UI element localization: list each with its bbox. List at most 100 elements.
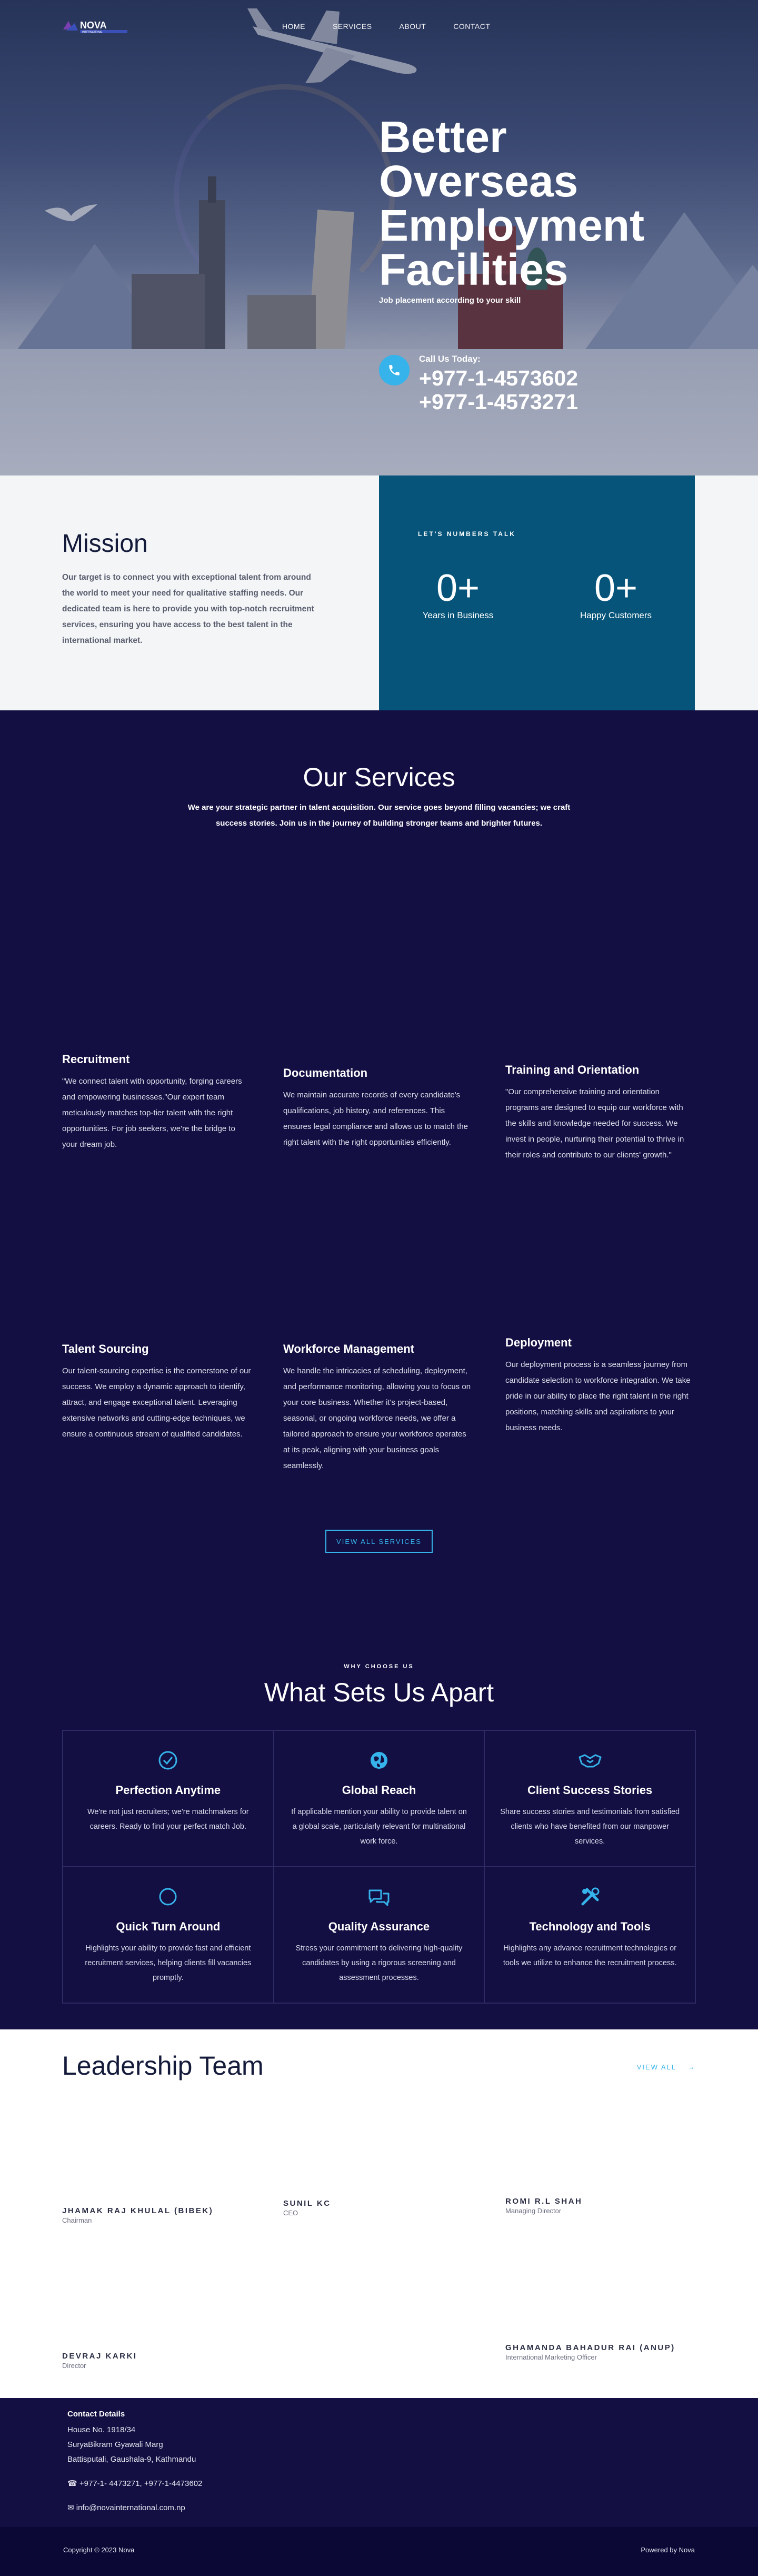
nav-about[interactable]: ABOUT <box>400 22 426 31</box>
call-label: Call Us Today: <box>419 354 481 364</box>
hero-section: NOVA INTERNATIONAL HOME SERVICES ABOUT C… <box>0 0 758 475</box>
nav-services[interactable]: SERVICES <box>333 22 372 31</box>
leadership-title: Leadership Team <box>62 2051 264 2080</box>
leadership-section: Leadership Team VIEW ALL → JHAMAK RAJ KH… <box>0 2029 758 2398</box>
contact-section: Contact Details House No. 1918/34 SuryaB… <box>0 2398 758 2527</box>
leader-card[interactable]: DEVRAJ KARKI Director <box>62 2352 252 2370</box>
service-card: Workforce Management We handle the intri… <box>283 1342 473 1474</box>
service-card: Documentation We maintain accurate recor… <box>283 1066 473 1151</box>
phone-number[interactable]: +977-1-4573271 <box>419 390 578 414</box>
feature-text: If applicable mention your ability to pr… <box>291 1808 467 1846</box>
feature-title: Client Success Stories <box>527 1784 653 1797</box>
leader-role: CEO <box>283 2209 298 2217</box>
feature-text: Highlights your ability to provide fast … <box>85 1944 252 1982</box>
feature-card: Global Reach If applicable mention your … <box>273 1730 485 1867</box>
service-card: Talent Sourcing Our talent-sourcing expe… <box>62 1342 252 1442</box>
leader-name: GHAMANDA BAHADUR RAI (ANUP) <box>505 2343 675 2352</box>
leader-card[interactable]: SUNIL KC CEO <box>283 2199 473 2217</box>
service-title: Recruitment <box>62 1053 130 1066</box>
stat-label: Years in Business <box>422 610 494 620</box>
chat-icon <box>366 1884 392 1909</box>
leader-role: Managing Director <box>505 2207 562 2215</box>
tools-icon <box>577 1884 603 1909</box>
copyright: Copyright © 2023 Nova <box>63 2546 135 2554</box>
numbers-panel: LET'S NUMBERS TALK 0+ Years in Business … <box>379 475 695 710</box>
feature-title: Global Reach <box>342 1784 416 1797</box>
phone-number[interactable]: +977-1-4573602 <box>419 366 578 390</box>
phone-icon: ☎ <box>67 2479 77 2488</box>
mission-section: Mission Our target is to connect you wit… <box>0 475 758 710</box>
leader-name: JHAMAK RAJ KHULAL (BIBEK) <box>62 2206 214 2215</box>
view-all-services-button[interactable]: VIEW ALL SERVICES <box>325 1530 433 1553</box>
why-eyebrow: WHY CHOOSE US <box>344 1663 414 1670</box>
feature-title: Technology and Tools <box>529 1920 651 1933</box>
leader-role: Chairman <box>62 2216 92 2224</box>
service-title: Deployment <box>505 1336 572 1349</box>
feature-title: Quality Assurance <box>328 1920 430 1933</box>
stat-label: Happy Customers <box>580 610 652 620</box>
leader-role: International Marketing Officer <box>505 2353 597 2361</box>
address-line: Battisputali, Gaushala-9, Kathmandu <box>67 2455 196 2464</box>
view-all-label: VIEW ALL <box>636 2063 676 2071</box>
service-text: We handle the intricacies of scheduling,… <box>283 1366 471 1470</box>
handshake-icon <box>577 1748 603 1773</box>
globe-icon <box>366 1748 392 1773</box>
mission-content: Mission Our target is to connect you wit… <box>0 475 379 710</box>
leader-card[interactable]: GHAMANDA BAHADUR RAI (ANUP) Internationa… <box>505 2343 695 2361</box>
why-title: What Sets Us Apart <box>264 1678 494 1707</box>
contact-title: Contact Details <box>67 2410 125 2419</box>
service-text: "We connect talent with opportunity, for… <box>62 1077 242 1149</box>
leader-card[interactable]: JHAMAK RAJ KHULAL (BIBEK) Chairman <box>62 2206 252 2224</box>
feature-card: Technology and Tools Highlights any adva… <box>484 1867 695 2003</box>
hero-text: Better Overseas Employment Facilities Jo… <box>379 115 653 305</box>
feature-text: We're not just recruiters; we're matchma… <box>87 1808 249 1831</box>
feature-title: Perfection Anytime <box>115 1784 221 1797</box>
svg-text:NOVA: NOVA <box>80 20 107 31</box>
mission-text: Our target is to connect you with except… <box>62 573 314 645</box>
nav-home[interactable]: HOME <box>282 22 305 31</box>
service-title: Workforce Management <box>283 1342 414 1355</box>
leader-role: Director <box>62 2362 86 2370</box>
nav-links: HOME SERVICES ABOUT CONTACT <box>282 22 490 31</box>
phone-icon[interactable] <box>379 355 410 385</box>
site-footer: Copyright © 2023 Nova Powered by Nova <box>0 2527 758 2576</box>
stat-value: 0+ <box>436 567 480 609</box>
features-grid: Perfection Anytime We're not just recrui… <box>62 1730 696 2004</box>
svg-text:INTERNATIONAL: INTERNATIONAL <box>82 31 103 34</box>
envelope-icon: ✉ <box>67 2503 74 2512</box>
address-line: House No. 1918/34 <box>67 2425 136 2434</box>
feature-card: Perfection Anytime We're not just recrui… <box>63 1730 274 1867</box>
service-card: Recruitment "We connect talent with oppo… <box>62 1053 252 1153</box>
feature-title: Quick Turn Around <box>116 1920 221 1933</box>
stats-row: 0+ Years in Business 0+ Happy Customers <box>379 569 695 621</box>
leader-name: ROMI R.L SHAH <box>505 2197 583 2206</box>
service-title: Training and Orientation <box>505 1063 640 1076</box>
contact-phones-text: +977-1- 4473271, +977-1-4473602 <box>79 2479 203 2488</box>
feature-card: Quick Turn Around Highlights your abilit… <box>63 1867 274 2003</box>
service-text: Our deployment process is a seamless jou… <box>505 1360 691 1432</box>
services-intro: We are your strategic partner in talent … <box>187 803 571 828</box>
contact-email[interactable]: ✉ info@novainternational.com.np <box>67 2501 758 2515</box>
feature-card: Client Success Stories Share success sto… <box>484 1730 695 1867</box>
site-logo[interactable]: NOVA INTERNATIONAL <box>62 18 129 35</box>
stat-item: 0+ Years in Business <box>379 569 537 621</box>
feature-text: Stress your commitment to delivering hig… <box>295 1944 463 1982</box>
service-text: Our talent-sourcing expertise is the cor… <box>62 1366 251 1439</box>
view-all-link[interactable]: VIEW ALL → <box>637 2063 696 2071</box>
service-title: Talent Sourcing <box>62 1342 149 1355</box>
feature-text: Highlights any advance recruitment techn… <box>503 1944 677 1967</box>
main-nav: NOVA INTERNATIONAL HOME SERVICES ABOUT C… <box>0 0 758 53</box>
contact-email-text: info@novainternational.com.np <box>76 2503 185 2512</box>
service-text: We maintain accurate records of every ca… <box>283 1091 468 1147</box>
services-title: Our Services <box>303 762 455 792</box>
powered-by[interactable]: Powered by Nova <box>641 2546 695 2554</box>
nav-contact[interactable]: CONTACT <box>453 22 490 31</box>
arrow-right-icon: → <box>688 2063 696 2071</box>
contact-phones[interactable]: ☎ +977-1- 4473271, +977-1-4473602 <box>67 2476 758 2491</box>
stat-item: 0+ Happy Customers <box>537 569 695 621</box>
nova-logo-icon: NOVA INTERNATIONAL <box>63 20 127 34</box>
leader-card[interactable]: ROMI R.L SHAH Managing Director <box>505 2197 695 2215</box>
services-section: Our Services We are your strategic partn… <box>0 710 758 2029</box>
numbers-label: LET'S NUMBERS TALK <box>418 530 516 538</box>
leader-name: DEVRAJ KARKI <box>62 2352 137 2361</box>
